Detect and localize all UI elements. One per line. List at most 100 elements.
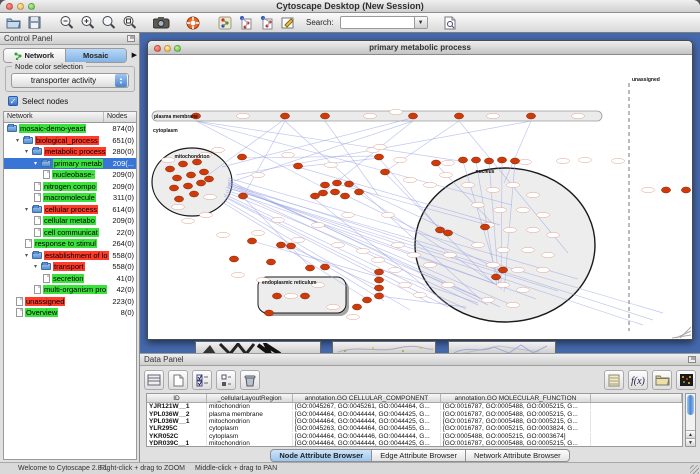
tree-row-overview[interactable]: Overview8(0): [4, 307, 136, 319]
search-doc-icon[interactable]: [442, 14, 460, 31]
tree-row-metabolic-process[interactable]: ▾metabolic process280(0): [4, 146, 136, 158]
network-node[interactable]: [247, 238, 256, 244]
network-node[interactable]: [380, 169, 389, 175]
table-cell[interactable]: cytoplasm: [207, 433, 293, 440]
table-cell[interactable]: [GO:0016787, GO:0005488, GO:0005215, G..…: [441, 440, 591, 447]
network-edge[interactable]: [379, 158, 441, 231]
open-attribute-file-icon[interactable]: [652, 370, 672, 390]
annotation-icon[interactable]: [279, 14, 297, 31]
resize-grip[interactable]: [690, 465, 699, 474]
table-cell[interactable]: [GO:0016787, GO:0005488, GO:0005215, G..…: [441, 411, 591, 418]
column-settings-icon[interactable]: [216, 370, 236, 390]
table-row[interactable]: YJR121W__1mitochondrion[GO:0045267, GO:0…: [147, 403, 682, 410]
column-header[interactable]: annotation.GO CELLULAR_COMPONENT: [293, 394, 441, 402]
search-input[interactable]: ▼: [340, 16, 428, 29]
network-node[interactable]: [374, 269, 383, 275]
zoom-in-icon[interactable]: [78, 14, 96, 31]
tree-row-unassigned[interactable]: unassigned223(0): [4, 296, 136, 308]
table-cell[interactable]: [GO:0016787, GO:0005488, GO:0005215, G..…: [441, 403, 591, 410]
layout-1-icon[interactable]: [237, 14, 255, 31]
formula-builder-icon[interactable]: f(x): [628, 370, 648, 390]
network-node[interactable]: [340, 193, 349, 199]
table-cell[interactable]: plasma membrane: [207, 411, 293, 418]
network-node[interactable]: [237, 154, 246, 160]
network-node[interactable]: [300, 293, 309, 299]
network-node[interactable]: [443, 230, 452, 236]
tab-overflow-icon[interactable]: ▶: [132, 51, 137, 59]
tree-row-multi-organism-pro[interactable]: multi-organism pro42(0): [4, 284, 136, 296]
network-node[interactable]: [169, 185, 178, 191]
tree-header-network[interactable]: Network: [4, 112, 104, 122]
table-cell[interactable]: YPL036W__2: [147, 411, 207, 418]
new-attribute-icon[interactable]: [168, 370, 188, 390]
float-panel-icon[interactable]: [688, 356, 696, 363]
network-node[interactable]: [681, 187, 690, 193]
table-row[interactable]: YLR295Ccytoplasm[GO:0045263, GO:0044464,…: [147, 425, 682, 432]
table-cell[interactable]: cytoplasm: [207, 425, 293, 432]
tree-row-response-to-stimul[interactable]: response to stimul264(0): [4, 238, 136, 250]
expander-icon[interactable]: ▾: [34, 263, 41, 270]
network-node[interactable]: [238, 193, 247, 199]
table-cell[interactable]: [GO:0044464, GO:0044444, GO:0044425, G..…: [293, 411, 441, 418]
network-node[interactable]: [178, 161, 187, 167]
background-window[interactable]: [332, 341, 436, 353]
vizmapper-icon[interactable]: [216, 14, 234, 31]
network-node[interactable]: [266, 259, 275, 265]
float-panel-icon[interactable]: [127, 35, 135, 42]
attribute-table-icon[interactable]: [144, 370, 164, 390]
network-view-titlebar[interactable]: primary metabolic process: [148, 41, 692, 55]
network-node[interactable]: [196, 180, 205, 186]
node-color-dropdown[interactable]: transporter activity ▲▼: [11, 73, 129, 88]
tree-row-secretion[interactable]: secretion41(0): [4, 273, 136, 285]
table-cell[interactable]: [GO:0016787, GO:0005488, GO:0005215, G..…: [441, 418, 591, 425]
open-folder-icon[interactable]: [4, 14, 22, 31]
network-node[interactable]: [484, 158, 493, 164]
search-dropdown-icon[interactable]: ▼: [414, 17, 427, 28]
heatmap-icon[interactable]: [676, 370, 696, 390]
network-canvas[interactable]: plasma membranecytoplasmmitochondrionnuc…: [148, 55, 692, 339]
table-row[interactable]: YDR039C__1mitochondrion[GO:0044464, GO:0…: [147, 440, 682, 447]
table-cell[interactable]: YLR295C: [147, 425, 207, 432]
network-node[interactable]: [186, 172, 195, 178]
import-table-icon[interactable]: [604, 370, 624, 390]
tab-edge-attribute-browser[interactable]: Edge Attribute Browser: [372, 449, 466, 462]
dropdown-stepper-icon[interactable]: ▲▼: [115, 74, 127, 87]
expander-icon[interactable]: ▾: [16, 137, 23, 144]
network-node[interactable]: [471, 157, 480, 163]
network-node[interactable]: [498, 267, 507, 273]
tree-row-nucleobase-[interactable]: nucleobase-209(0): [4, 169, 136, 181]
table-cell[interactable]: mitochondrion: [207, 418, 293, 425]
expander-icon[interactable]: ▾: [25, 206, 32, 213]
network-node[interactable]: [330, 189, 339, 195]
scroll-down-icon[interactable]: ▼: [686, 438, 695, 446]
table-cell[interactable]: YJR121W__1: [147, 403, 207, 410]
network-node[interactable]: [354, 189, 363, 195]
table-cell[interactable]: YPL036W__1: [147, 418, 207, 425]
layout-2-icon[interactable]: [258, 14, 276, 31]
network-node[interactable]: [344, 181, 353, 187]
tree-row-establishment-of-lo[interactable]: ▾establishment of lo558(0): [4, 250, 136, 262]
tab-network[interactable]: Network: [4, 49, 65, 62]
tree-row-macromolecule[interactable]: macromolecule311(0): [4, 192, 136, 204]
scrollbar-thumb[interactable]: [687, 395, 694, 415]
network-edge[interactable]: [298, 158, 379, 167]
network-node[interactable]: [435, 227, 444, 233]
network-node[interactable]: [661, 187, 670, 193]
column-header[interactable]: _cellularLayoutRegion: [207, 394, 293, 402]
expander-icon[interactable]: ▾: [25, 148, 32, 155]
window-titlebar[interactable]: Cytoscape Desktop (New Session): [0, 0, 700, 13]
network-node[interactable]: [293, 163, 302, 169]
network-node[interactable]: [183, 183, 192, 189]
network-node[interactable]: [431, 160, 440, 166]
network-node[interactable]: [320, 113, 329, 119]
table-cell[interactable]: mitochondrion: [207, 403, 293, 410]
network-node[interactable]: [454, 113, 463, 119]
network-node[interactable]: [280, 113, 289, 119]
tab-network-attribute-browser[interactable]: Network Attribute Browser: [466, 449, 570, 462]
network-node[interactable]: [362, 297, 371, 303]
delete-attribute-icon[interactable]: [240, 370, 260, 390]
network-edge[interactable]: [222, 118, 412, 167]
zoom-out-icon[interactable]: [57, 14, 75, 31]
table-cell[interactable]: YDR039C__1: [147, 440, 207, 447]
zoom-selected-icon[interactable]: [99, 14, 117, 31]
